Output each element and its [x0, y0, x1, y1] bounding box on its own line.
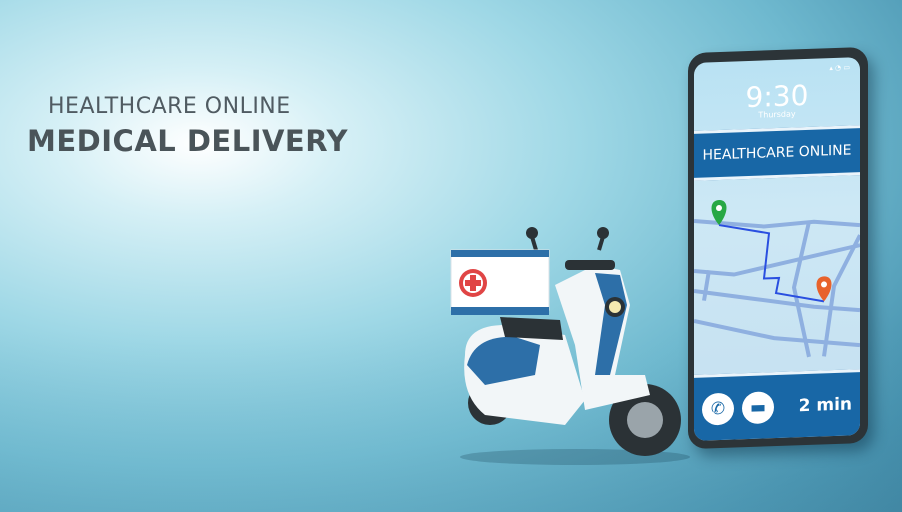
phone-screen: ▴ ◔ ▭ 9:30 Thursday HEALTHCARE ONLINE ✆ …: [694, 57, 860, 441]
app-header: HEALTHCARE ONLINE: [694, 125, 860, 181]
destination-pin-icon: [816, 276, 832, 302]
headline-line2: MEDICAL DELIVERY: [27, 124, 348, 158]
phone-icon: ✆: [710, 398, 726, 419]
chat-icon: ▬: [749, 396, 767, 418]
chat-button[interactable]: ▬: [742, 390, 774, 424]
smartphone: ▴ ◔ ▭ 9:30 Thursday HEALTHCARE ONLINE ✆ …: [688, 46, 868, 450]
eta-label: 2 min: [798, 393, 852, 416]
call-button[interactable]: ✆: [702, 392, 734, 426]
delivery-panel: ✆ ▬ 2 min: [694, 369, 860, 441]
headline-line1: HEALTHCARE ONLINE: [48, 94, 291, 119]
route-map[interactable]: [694, 175, 860, 381]
delivery-scooter-illustration: [450, 227, 690, 465]
status-bar-icons: ▴ ◔ ▭: [829, 63, 850, 73]
